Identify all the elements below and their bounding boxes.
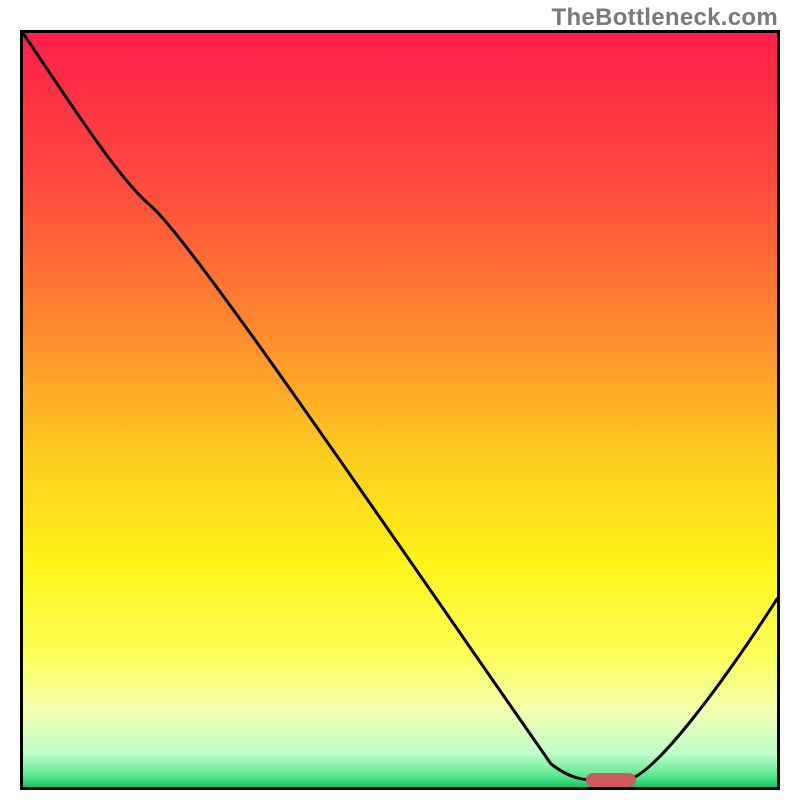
chart-frame	[20, 30, 780, 790]
curve-layer	[23, 33, 777, 787]
optimal-marker	[586, 773, 636, 787]
bottleneck-curve	[23, 33, 777, 780]
watermark-text: TheBottleneck.com	[552, 4, 778, 32]
